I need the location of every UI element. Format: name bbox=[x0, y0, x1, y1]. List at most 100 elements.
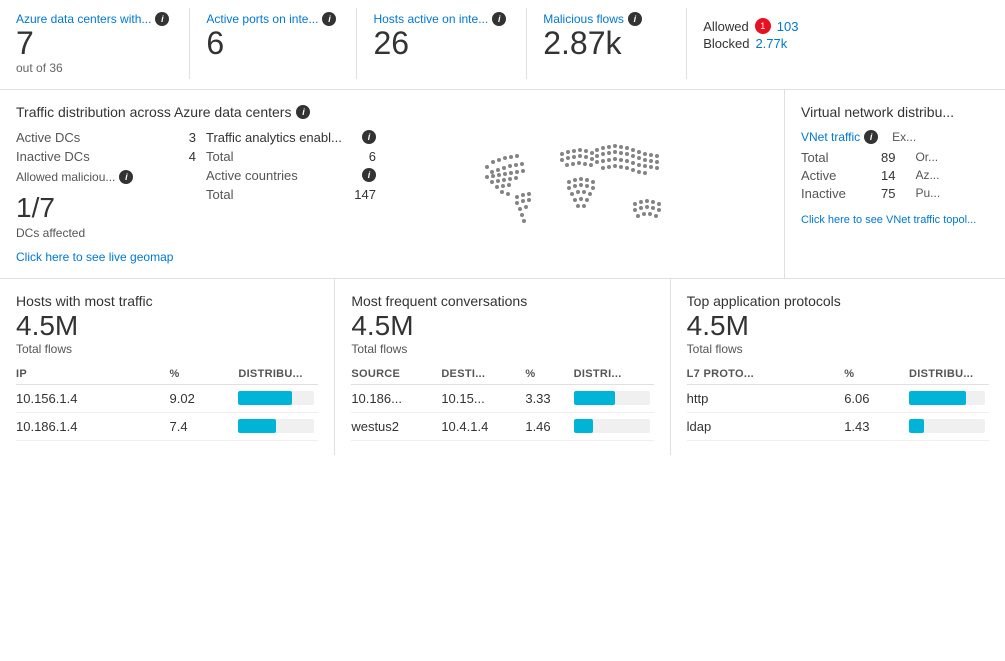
table-row: 10.186... 10.15... 3.33 bbox=[351, 384, 653, 412]
analytics-total-row: Total 6 bbox=[206, 149, 376, 164]
allowed-malicious-row: Allowed maliciou... i bbox=[16, 170, 196, 184]
metric-active-ports-label: Active ports on inte... i bbox=[206, 12, 336, 26]
hosts-sub: Total flows bbox=[16, 342, 318, 356]
host-ip: 10.156.1.4 bbox=[16, 384, 170, 412]
conv-source: westus2 bbox=[351, 412, 441, 440]
conv-source: 10.186... bbox=[351, 384, 441, 412]
host-pct: 9.02 bbox=[170, 384, 239, 412]
dc-fraction: 1/7 bbox=[16, 192, 196, 224]
host-bar bbox=[238, 412, 318, 440]
table-row: 10.186.1.4 7.4 bbox=[16, 412, 318, 440]
conv-pct: 3.33 bbox=[525, 384, 573, 412]
inactive-dcs-row: Inactive DCs 4 bbox=[16, 149, 196, 164]
proto-col-dist: DISTRIBU... bbox=[909, 364, 989, 385]
conv-bar bbox=[574, 412, 654, 440]
conv-dest: 10.15... bbox=[441, 384, 525, 412]
traffic-section: Traffic distribution across Azure data c… bbox=[0, 90, 785, 278]
vnet-topology-link[interactable]: Click here to see VNet traffic topol... bbox=[801, 214, 976, 226]
info-icon-vnet[interactable]: i bbox=[864, 130, 878, 144]
proto-pct: 1.43 bbox=[844, 412, 909, 440]
conv-col-pct: % bbox=[525, 364, 573, 385]
hosts-col-dist: DISTRIBU... bbox=[238, 364, 318, 385]
conversations-panel: Most frequent conversations 4.5M Total f… bbox=[335, 279, 670, 455]
info-icon-azure-dc[interactable]: i bbox=[155, 12, 169, 26]
conversations-big-num: 4.5M bbox=[351, 311, 653, 342]
traffic-section-title: Traffic distribution across Azure data c… bbox=[16, 104, 768, 120]
allowed-badge: 1 bbox=[755, 18, 771, 34]
inactive-dcs-value: 4 bbox=[189, 149, 196, 164]
info-icon-analytics[interactable]: i bbox=[362, 130, 376, 144]
info-icon-active-ports[interactable]: i bbox=[322, 12, 336, 26]
malicious-summary: Allowed 1 103 Blocked 2.77k bbox=[687, 8, 887, 79]
info-icon-hosts-active[interactable]: i bbox=[492, 12, 506, 26]
hosts-col-pct: % bbox=[170, 364, 239, 385]
metric-hosts-active-label: Hosts active on inte... i bbox=[373, 12, 506, 26]
blocked-label: Blocked bbox=[703, 36, 749, 51]
protocols-sub: Total flows bbox=[687, 342, 989, 356]
metric-malicious-flows-value: 2.87k bbox=[543, 26, 666, 61]
proto-bar bbox=[909, 384, 989, 412]
conversations-panel-title: Most frequent conversations bbox=[351, 293, 653, 309]
hosts-col-ip: IP bbox=[16, 364, 170, 385]
proto-pct: 6.06 bbox=[844, 384, 909, 412]
metric-azure-dc-label: Azure data centers with... i bbox=[16, 12, 169, 26]
info-icon-malicious-flows[interactable]: i bbox=[628, 12, 642, 26]
proto-bar bbox=[909, 412, 989, 440]
conv-bar bbox=[574, 384, 654, 412]
hosts-panel: Hosts with most traffic 4.5M Total flows… bbox=[0, 279, 335, 455]
conversations-table: SOURCE DESTI... % DISTRI... 10.186... 10… bbox=[351, 364, 653, 441]
metric-azure-dc-value: 7 bbox=[16, 26, 169, 61]
metric-malicious-flows-label: Malicious flows i bbox=[543, 12, 666, 26]
table-row: westus2 10.4.1.4 1.46 bbox=[351, 412, 653, 440]
conv-col-dist: DISTRI... bbox=[574, 364, 654, 385]
active-dcs-row: Active DCs 3 bbox=[16, 130, 196, 145]
metric-hosts-active: Hosts active on inte... i 26 bbox=[357, 8, 527, 79]
sections-row: Traffic distribution across Azure data c… bbox=[0, 90, 1005, 279]
live-geomap-link[interactable]: Click here to see live geomap bbox=[16, 250, 173, 264]
table-row: http 6.06 bbox=[687, 384, 989, 412]
info-icon-traffic[interactable]: i bbox=[296, 105, 310, 119]
conversations-sub: Total flows bbox=[351, 342, 653, 356]
bottom-row: Hosts with most traffic 4.5M Total flows… bbox=[0, 279, 1005, 455]
protocols-panel-title: Top application protocols bbox=[687, 293, 989, 309]
vnet-inactive-row: Inactive 75 Pu... bbox=[801, 186, 989, 201]
hosts-big-num: 4.5M bbox=[16, 311, 318, 342]
analytics-countries-total-row: Total 147 bbox=[206, 187, 376, 202]
protocols-table: L7 PROTO... % DISTRIBU... http 6.06 ldap… bbox=[687, 364, 989, 441]
inactive-dcs-label: Inactive DCs bbox=[16, 149, 90, 164]
host-ip: 10.186.1.4 bbox=[16, 412, 170, 440]
conv-pct: 1.46 bbox=[525, 412, 573, 440]
world-map-area bbox=[376, 130, 768, 264]
vnet-total-row: Total 89 Or... bbox=[801, 150, 989, 165]
proto-name: ldap bbox=[687, 412, 845, 440]
traffic-analytics: Traffic analytics enabl... i Total 6 Act… bbox=[196, 130, 376, 264]
vnet-section: Virtual network distribu... VNet traffic… bbox=[785, 90, 1005, 278]
metric-malicious-flows: Malicious flows i 2.87k bbox=[527, 8, 687, 79]
dc-affected: DCs affected bbox=[16, 226, 196, 240]
metric-active-ports: Active ports on inte... i 6 bbox=[190, 8, 357, 79]
info-icon-countries[interactable]: i bbox=[362, 168, 376, 182]
allowed-count: 103 bbox=[777, 19, 799, 34]
proto-name: http bbox=[687, 384, 845, 412]
active-dcs-value: 3 bbox=[189, 130, 196, 145]
info-icon-allowed-malicious[interactable]: i bbox=[119, 170, 133, 184]
protocols-big-num: 4.5M bbox=[687, 311, 989, 342]
table-row: ldap 1.43 bbox=[687, 412, 989, 440]
conv-col-source: SOURCE bbox=[351, 364, 441, 385]
metric-azure-dc: Azure data centers with... i 7 out of 36 bbox=[0, 8, 190, 79]
blocked-row: Blocked 2.77k bbox=[703, 36, 867, 51]
conv-col-dest: DESTI... bbox=[441, 364, 525, 385]
metric-hosts-active-value: 26 bbox=[373, 26, 506, 61]
protocols-panel: Top application protocols 4.5M Total flo… bbox=[671, 279, 1005, 455]
hosts-table: IP % DISTRIBU... 10.156.1.4 9.02 10.186.… bbox=[16, 364, 318, 441]
host-pct: 7.4 bbox=[170, 412, 239, 440]
traffic-left-stats: Active DCs 3 Inactive DCs 4 Allowed mali… bbox=[16, 130, 196, 264]
world-map-svg bbox=[457, 132, 687, 262]
blocked-count: 2.77k bbox=[755, 36, 787, 51]
vnet-active-row: Active 14 Az... bbox=[801, 168, 989, 183]
top-metrics-bar: Azure data centers with... i 7 out of 36… bbox=[0, 0, 1005, 90]
vnet-traffic-label: VNet traffic i Ex... bbox=[801, 130, 989, 144]
analytics-title-row: Traffic analytics enabl... i bbox=[206, 130, 376, 145]
analytics-countries-row: Active countries i bbox=[206, 168, 376, 183]
hosts-panel-title: Hosts with most traffic bbox=[16, 293, 318, 309]
